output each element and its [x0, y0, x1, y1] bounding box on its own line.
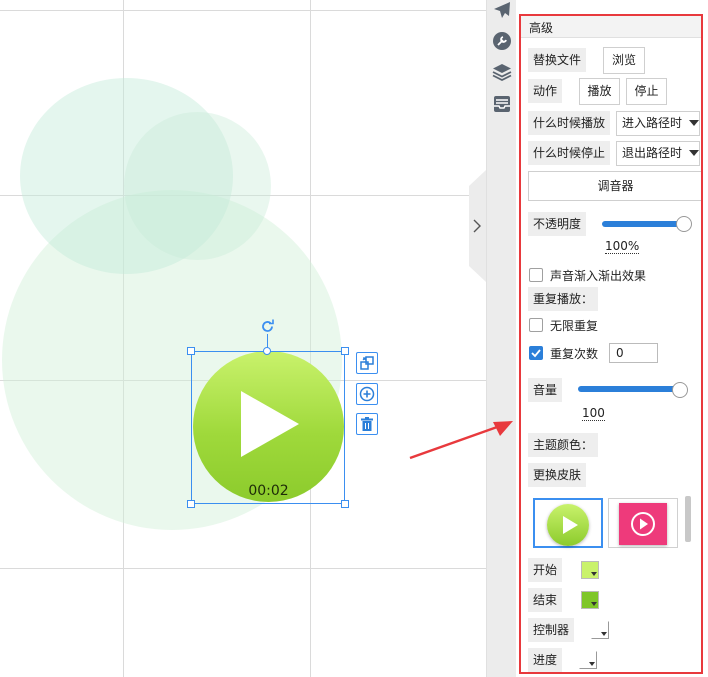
progress-color-label: 进度 [528, 648, 563, 672]
chevron-down-icon [689, 120, 699, 126]
decorative-circle [124, 112, 271, 260]
annotation-arrow [409, 421, 513, 460]
when-play-select[interactable]: 进入路径时 [616, 111, 700, 136]
tool-strip [486, 0, 516, 677]
inbox-icon[interactable] [491, 93, 513, 115]
selection-box[interactable] [191, 351, 345, 504]
replace-element-button[interactable] [356, 352, 378, 374]
volume-slider-thumb[interactable] [672, 382, 688, 398]
skin-green-preview [547, 504, 589, 546]
skin-pink-preview [619, 503, 667, 545]
check-icon [531, 349, 541, 358]
swap-icon [360, 356, 374, 370]
opacity-value[interactable]: 100% [605, 239, 640, 254]
controller-color-label: 控制器 [528, 618, 575, 642]
delete-button[interactable] [356, 413, 378, 435]
trash-icon [361, 417, 373, 431]
advanced-properties-panel: 高级 替换文件 浏览 动作 播放 停止 什么时候播放 进入路径时 什么时候停止 … [519, 14, 703, 674]
when-play-value: 进入路径时 [622, 116, 683, 130]
grid-line [0, 10, 486, 11]
change-skin-label: 更换皮肤 [528, 463, 587, 487]
repeat-play-label: 重复播放： [528, 287, 599, 311]
wrench-icon[interactable] [491, 30, 513, 52]
mixer-button[interactable]: 调音器 [528, 171, 701, 201]
when-stop-select[interactable]: 退出路径时 [616, 141, 700, 166]
rotate-icon[interactable] [259, 318, 276, 335]
panel-header: 高级 [521, 16, 701, 38]
play-button[interactable]: 播放 [579, 78, 620, 105]
volume-slider[interactable] [578, 386, 682, 392]
skin-scrollbar[interactable] [685, 496, 691, 542]
opacity-slider-thumb[interactable] [676, 216, 692, 232]
repeat-count-checkbox[interactable] [529, 346, 543, 360]
when-stop-label: 什么时候停止 [528, 141, 611, 165]
theme-color-label: 主题颜色： [528, 433, 599, 457]
airplane-icon[interactable] [491, 0, 513, 22]
resize-handle-nw[interactable] [187, 347, 195, 355]
chevron-down-icon [591, 572, 597, 576]
volume-label: 音量 [528, 378, 563, 402]
infinite-repeat-label: 无限重复 [550, 319, 599, 333]
resize-handle-n[interactable] [263, 347, 271, 355]
plus-circle-icon [359, 386, 375, 402]
layers-icon[interactable] [491, 61, 513, 83]
chevron-down-icon [689, 150, 699, 156]
action-label: 动作 [528, 79, 563, 103]
end-color-label: 结束 [528, 588, 563, 612]
resize-handle-sw[interactable] [187, 500, 195, 508]
end-color-swatch[interactable] [581, 591, 599, 609]
chevron-down-icon [601, 632, 607, 636]
when-stop-value: 退出路径时 [622, 146, 683, 160]
stop-button[interactable]: 停止 [626, 78, 667, 105]
repeat-count-input[interactable]: 0 [609, 343, 658, 363]
repeat-count-label: 重复次数 [550, 347, 599, 361]
play-icon [563, 516, 578, 534]
editing-canvas[interactable]: 00:02 [0, 0, 486, 677]
app-window: 00:02 高级 替换文件 浏览 动作 播放 停止 什么时候播放 进入路径时 什… [0, 0, 708, 677]
when-play-label: 什么时候播放 [528, 111, 611, 135]
add-button[interactable] [356, 383, 378, 405]
opacity-slider[interactable] [602, 221, 684, 227]
grid-line [0, 568, 486, 569]
volume-value[interactable]: 100 [582, 406, 605, 421]
opacity-label: 不透明度 [528, 212, 587, 236]
skin-option-green[interactable] [533, 498, 603, 548]
replace-file-label: 替换文件 [528, 48, 587, 72]
fade-effect-checkbox[interactable] [529, 268, 543, 282]
chevron-right-icon [473, 219, 481, 233]
skin-option-pink[interactable] [608, 498, 678, 548]
resize-handle-ne[interactable] [341, 347, 349, 355]
start-color-swatch[interactable] [581, 561, 599, 579]
panel-title: 高级 [529, 21, 554, 35]
progress-color-swatch[interactable] [579, 651, 597, 669]
chevron-down-icon [591, 602, 597, 606]
browse-button[interactable]: 浏览 [603, 47, 645, 74]
resize-handle-se[interactable] [341, 500, 349, 508]
controller-color-swatch[interactable] [591, 621, 609, 639]
start-color-label: 开始 [528, 558, 563, 582]
play-circle-icon [631, 512, 655, 536]
fade-effect-label: 声音渐入渐出效果 [550, 269, 647, 283]
chevron-down-icon [589, 662, 595, 666]
infinite-repeat-checkbox[interactable] [529, 318, 543, 332]
